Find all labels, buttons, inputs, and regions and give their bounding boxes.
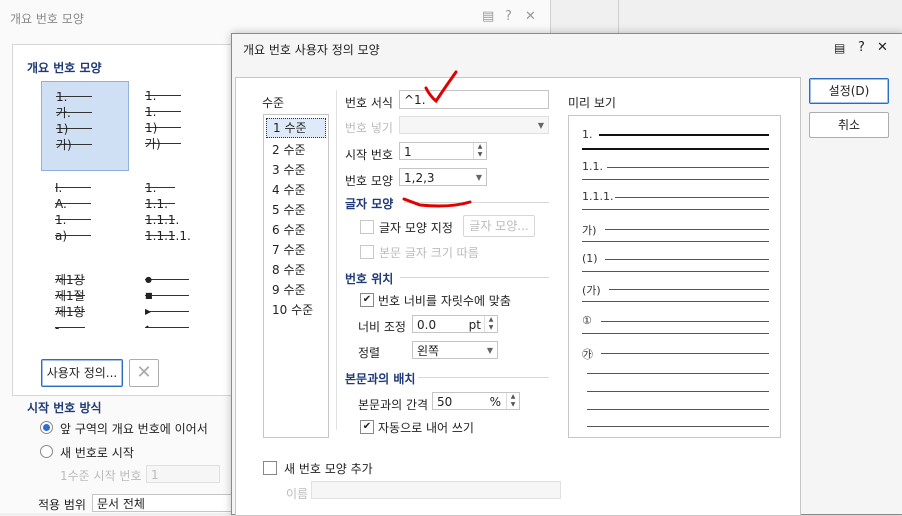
checkmark-annotation: [424, 70, 458, 104]
annotation-overlay: [402, 70, 472, 208]
underline-annotation: [402, 197, 472, 208]
